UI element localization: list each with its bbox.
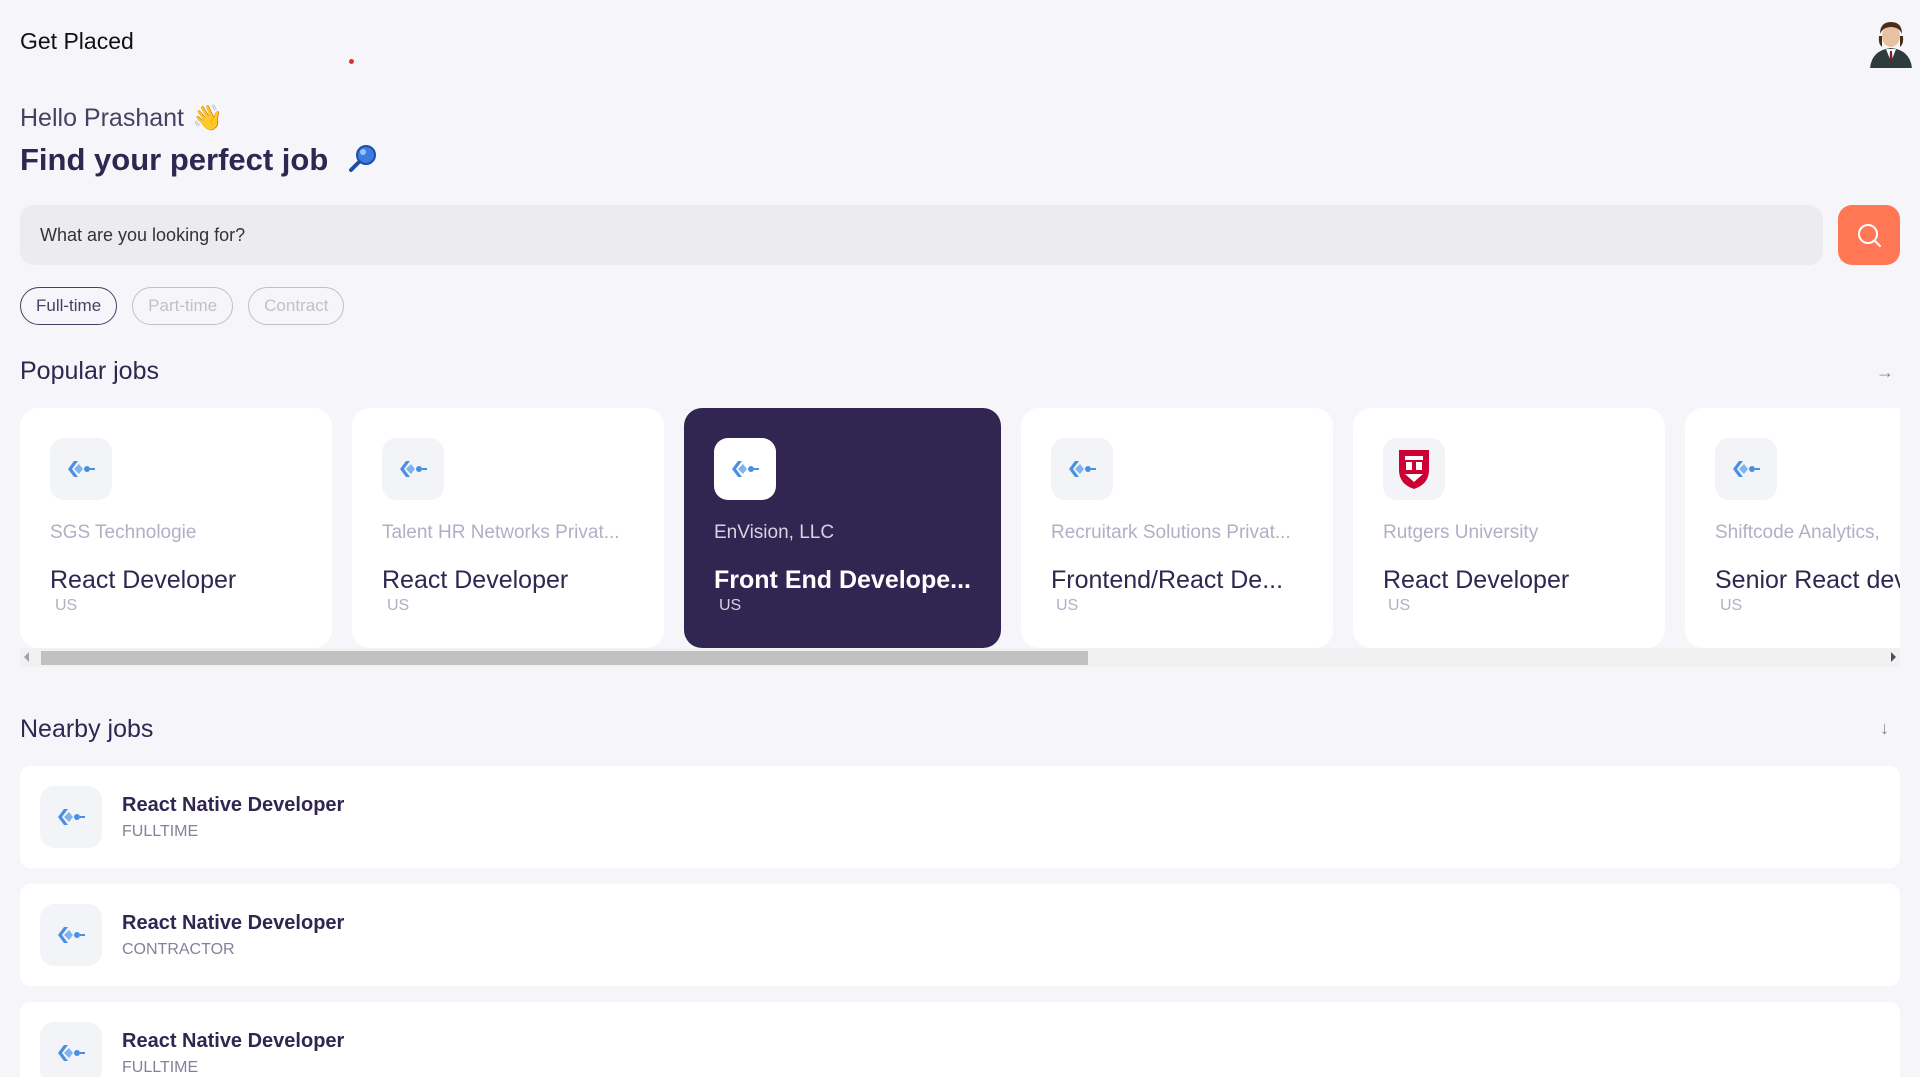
scroll-right-arrow-icon[interactable] xyxy=(1891,652,1896,662)
job-country: US xyxy=(55,597,78,614)
popular-job-card[interactable]: Rutgers University React Developer US xyxy=(1352,408,1665,648)
popular-job-card[interactable]: Recruitark Solutions Privat... Frontend/… xyxy=(1020,408,1333,648)
nearby-job-item[interactable]: React Native Developer CONTRACTOR xyxy=(20,884,1900,986)
generic-company-icon xyxy=(58,809,85,825)
waving-hand-icon: 👋 xyxy=(191,104,224,132)
company-logo xyxy=(1714,438,1777,500)
job-country: US xyxy=(387,597,410,614)
popular-job-card[interactable]: Shiftcode Analytics, Senior React dev US xyxy=(1684,408,1900,648)
magnifier-icon xyxy=(340,145,378,176)
avatar[interactable] xyxy=(1864,14,1918,68)
company-logo xyxy=(1382,438,1445,500)
search-icon xyxy=(1858,224,1881,247)
generic-company-icon xyxy=(1068,461,1096,477)
company-name: Recruitark Solutions Privat... xyxy=(1050,522,1291,543)
job-country: US xyxy=(1387,597,1411,614)
arrow-right-icon[interactable]: → xyxy=(1876,362,1894,383)
app-page: Get Placed Hello Prashant 👋 Find your per… xyxy=(0,0,1920,1077)
company-logo xyxy=(714,438,776,500)
popular-jobs-title: Popular jobs xyxy=(20,357,159,385)
job-country: US xyxy=(1719,597,1743,614)
company-logo xyxy=(40,904,102,966)
notification-dot xyxy=(349,59,354,64)
job-type: CONTRACTOR xyxy=(122,940,235,958)
nearby-job-text: React Native Developer FULLTIME xyxy=(122,794,344,841)
tab-full-time[interactable]: Full-time xyxy=(20,287,118,325)
job-title: Frontend/React De... xyxy=(1050,566,1284,594)
popular-job-card-selected[interactable]: EnVision, LLC Front End Develope... US xyxy=(684,408,1001,648)
nearby-job-text: React Native Developer CONTRACTOR xyxy=(122,912,344,959)
scroll-left-arrow-icon[interactable] xyxy=(24,652,29,662)
company-logo xyxy=(50,438,112,500)
scrollbar-thumb[interactable] xyxy=(41,651,1088,665)
job-country: US xyxy=(1055,597,1079,614)
job-title: React Native Developer xyxy=(122,911,345,934)
nearby-job-text: React Native Developer FULLTIME xyxy=(122,1030,344,1077)
job-country: US xyxy=(719,597,742,614)
popular-jobs-track: SGS Technologie React Developer US Talen… xyxy=(20,408,1900,648)
nearby-job-item[interactable]: React Native Developer FULLTIME xyxy=(20,766,1900,868)
generic-company-icon xyxy=(58,1045,85,1061)
greeting-text: Hello Prashant xyxy=(20,104,184,132)
company-name: SGS Technologie xyxy=(50,522,197,543)
company-logo xyxy=(1050,438,1113,500)
generic-company-icon xyxy=(400,461,427,477)
greeting: Hello Prashant 👋 xyxy=(20,104,223,133)
generic-company-icon xyxy=(732,461,759,477)
job-title: Senior React dev xyxy=(1714,566,1900,594)
job-title: Front End Develope... xyxy=(714,566,971,594)
popular-job-card[interactable]: SGS Technologie React Developer US xyxy=(20,408,332,648)
app-title: Get Placed xyxy=(20,28,134,54)
horizontal-scrollbar[interactable] xyxy=(20,648,1900,667)
job-title: React Developer xyxy=(382,566,569,594)
search-input[interactable] xyxy=(20,205,1823,265)
company-name: Rutgers University xyxy=(1382,522,1539,543)
job-title: React Developer xyxy=(50,566,237,594)
nearby-job-item[interactable]: React Native Developer FULLTIME xyxy=(20,1002,1900,1077)
arrow-down-icon[interactable]: ↓ xyxy=(1880,718,1889,739)
company-logo xyxy=(40,786,102,848)
headline-text: Find your perfect job xyxy=(20,142,329,177)
job-type: FULLTIME xyxy=(122,822,199,840)
nearby-jobs-title: Nearby jobs xyxy=(20,715,154,743)
company-name: Shiftcode Analytics, xyxy=(1714,522,1880,543)
job-type: FULLTIME xyxy=(122,1058,199,1076)
generic-company-icon xyxy=(58,927,85,943)
generic-company-icon xyxy=(68,461,95,477)
headline: Find your perfect job xyxy=(20,142,378,178)
popular-jobs-carousel[interactable]: SGS Technologie React Developer US Talen… xyxy=(20,408,1900,648)
popular-job-card[interactable]: Talent HR Networks Privat... React Devel… xyxy=(352,408,664,648)
header: Get Placed xyxy=(20,14,1920,74)
tab-part-time[interactable]: Part-time xyxy=(132,287,234,325)
company-name: Talent HR Networks Privat... xyxy=(382,522,620,543)
job-title: React Native Developer xyxy=(122,1029,345,1052)
job-title: React Developer xyxy=(1382,566,1570,594)
job-title: React Native Developer xyxy=(122,793,345,816)
search-bar xyxy=(20,205,1823,265)
company-logo xyxy=(40,1022,102,1077)
generic-company-icon xyxy=(1732,461,1760,477)
search-button[interactable] xyxy=(1838,205,1900,265)
job-type-tabs: Full-time Part-time Contract xyxy=(20,287,345,325)
tab-contract[interactable]: Contract xyxy=(248,287,345,325)
company-name: EnVision, LLC xyxy=(714,522,835,543)
nearby-jobs-list: React Native Developer FULLTIME React Na… xyxy=(20,766,1900,1077)
shield-icon xyxy=(1398,450,1429,489)
company-logo xyxy=(382,438,444,500)
